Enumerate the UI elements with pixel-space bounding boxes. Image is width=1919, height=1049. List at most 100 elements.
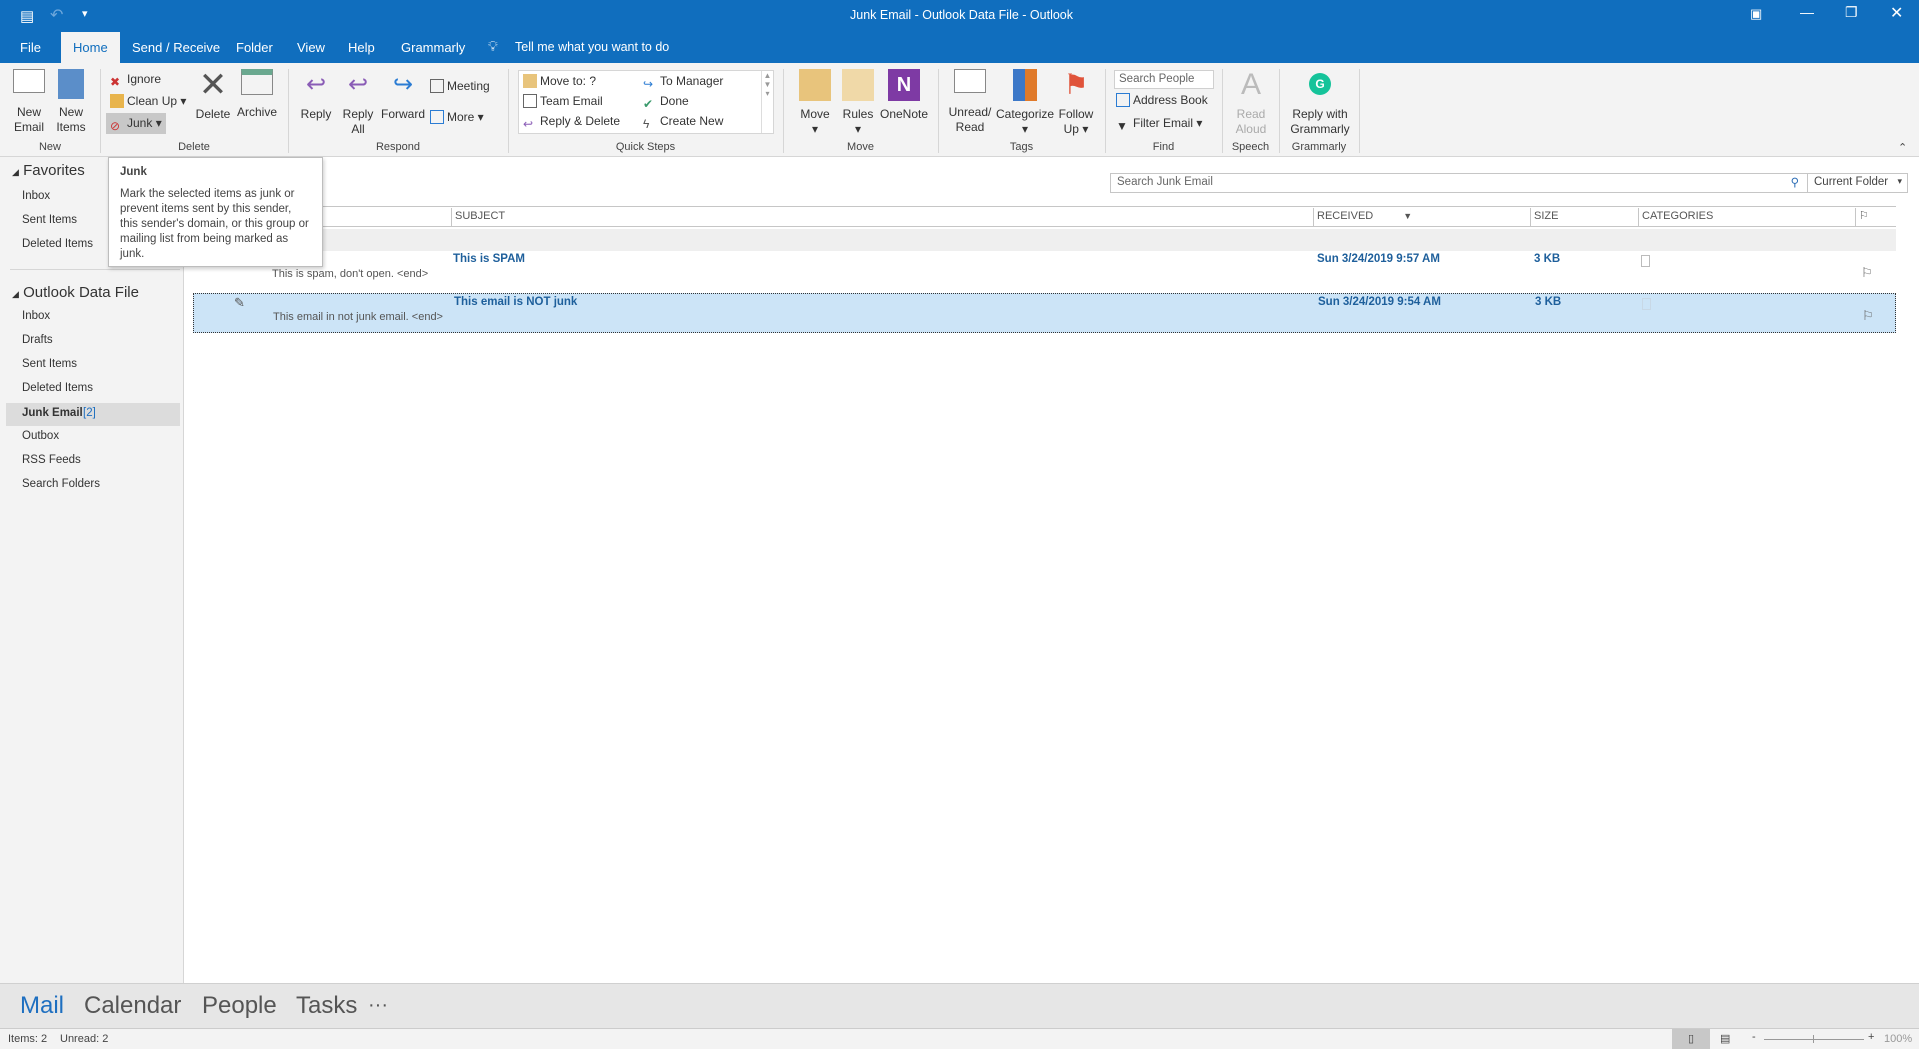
reply-all-button[interactable]: ↩ Reply All: [338, 69, 378, 137]
junk-button[interactable]: ⊘ Junk ▾: [106, 113, 166, 134]
folder-sent-items[interactable]: Sent Items: [22, 358, 77, 370]
new-items-button[interactable]: New Items: [50, 69, 92, 135]
reply-button[interactable]: ↩ Reply: [296, 69, 336, 122]
folder-drafts[interactable]: Drafts: [22, 334, 53, 346]
zoom-slider-thumb[interactable]: [1813, 1035, 1814, 1043]
category-box[interactable]: [1641, 255, 1650, 267]
flag-filter-icon: ⚐: [1859, 210, 1869, 222]
customize-toolbar-icon[interactable]: ▾: [82, 7, 88, 20]
zoom-out-button[interactable]: -: [1752, 1031, 1756, 1043]
tab-help[interactable]: Help: [338, 32, 385, 63]
tab-send-receive[interactable]: Send / Receive: [122, 32, 230, 63]
folder-search-folders[interactable]: Search Folders: [22, 478, 100, 490]
address-book-button[interactable]: Address Book: [1116, 92, 1208, 108]
ignore-icon: ✖: [110, 75, 121, 89]
ribbon-display-options-icon[interactable]: ▣: [1750, 6, 1762, 22]
quick-step-team-email[interactable]: Team Email: [523, 93, 603, 109]
forward-button[interactable]: ↪ Forward: [380, 69, 426, 122]
more-respond-button[interactable]: More ▾: [430, 109, 484, 125]
nav-calendar[interactable]: Calendar: [84, 992, 181, 1020]
onenote-icon: N: [888, 69, 920, 101]
quick-step-create-new[interactable]: ϟ Create New: [643, 113, 723, 131]
tab-folder[interactable]: Folder: [226, 32, 283, 63]
quick-step-to-manager[interactable]: ↪ To Manager: [643, 73, 723, 91]
tab-view[interactable]: View: [287, 32, 335, 63]
column-received[interactable]: RECEIVED ▼: [1313, 208, 1412, 226]
message-row[interactable]: This is SPAM This is spam, don't open. <…: [193, 251, 1896, 291]
column-categories[interactable]: CATEGORIES: [1638, 208, 1713, 226]
folder-favorites-inbox[interactable]: Inbox: [22, 190, 50, 202]
follow-up-button[interactable]: ⚑ Follow Up ▾: [1054, 69, 1098, 137]
chevron-down-icon: ▾: [1897, 176, 1902, 186]
quick-step-move-to[interactable]: Move to: ?: [523, 73, 596, 89]
message-row-selected[interactable]: ✎ This email is NOT junk This email in n…: [193, 293, 1896, 333]
categorize-button[interactable]: Categorize ▾: [996, 69, 1054, 137]
more-icon: [430, 110, 444, 124]
outlook-data-file-header[interactable]: ◢ Outlook Data File: [12, 284, 139, 301]
folder-favorites-sent-items[interactable]: Sent Items: [22, 214, 77, 226]
favorites-header[interactable]: ◢ Favorites: [12, 162, 85, 179]
tab-file[interactable]: File: [10, 32, 51, 63]
close-button[interactable]: ✕: [1890, 3, 1903, 23]
folder-junk-email[interactable]: Junk Email [2]: [6, 403, 180, 426]
folder-inbox[interactable]: Inbox: [22, 310, 50, 322]
delete-button[interactable]: ✕ Delete: [192, 68, 234, 122]
clean-up-icon: [110, 94, 124, 108]
column-size[interactable]: SIZE: [1530, 208, 1558, 226]
quick-steps-scroll[interactable]: ▲ ▼ ▾: [761, 71, 773, 133]
normal-view-icon[interactable]: ▯: [1672, 1029, 1710, 1049]
nav-tasks[interactable]: Tasks: [296, 992, 357, 1020]
nav-mail[interactable]: Mail: [20, 992, 64, 1020]
quick-step-done[interactable]: ✔ Done: [643, 93, 689, 111]
categorize-icon: [1013, 69, 1037, 101]
rules-button[interactable]: Rules ▾: [838, 69, 878, 137]
tell-me-input[interactable]: Tell me what you want to do: [515, 40, 669, 54]
flag-icon[interactable]: ⚐: [1862, 308, 1874, 324]
new-email-button[interactable]: New Email: [8, 69, 50, 135]
folder-outbox[interactable]: Outbox: [22, 430, 59, 442]
tab-grammarly[interactable]: Grammarly: [391, 32, 475, 63]
search-scope-dropdown[interactable]: Current Folder ▾: [1808, 173, 1908, 193]
address-book-icon: [1116, 93, 1130, 107]
flag-icon[interactable]: ⚐: [1861, 265, 1873, 281]
search-icon[interactable]: ⚲: [1791, 175, 1799, 189]
minimize-button[interactable]: —: [1800, 4, 1814, 20]
reading-view-icon[interactable]: ▤: [1720, 1032, 1730, 1045]
search-people-input[interactable]: Search People: [1114, 70, 1214, 89]
folder-favorites-deleted-items[interactable]: Deleted Items: [22, 238, 93, 250]
meeting-button[interactable]: Meeting: [430, 78, 490, 94]
archive-icon: [241, 69, 273, 95]
nav-people[interactable]: People: [202, 992, 277, 1020]
filter-email-button[interactable]: ▼ Filter Email ▾: [1116, 115, 1202, 133]
team-email-icon: [523, 94, 537, 108]
undo-icon[interactable]: ↶: [50, 5, 63, 25]
filter-funnel-icon: ▼: [1116, 119, 1128, 133]
zoom-slider[interactable]: [1764, 1039, 1864, 1040]
onenote-button[interactable]: N OneNote: [878, 69, 930, 122]
tab-home[interactable]: Home: [61, 32, 120, 63]
items-count: Items: 2: [8, 1033, 48, 1045]
column-flag-filter[interactable]: ⚐: [1855, 208, 1869, 226]
archive-button[interactable]: Archive: [234, 69, 280, 120]
nav-more[interactable]: ···: [368, 994, 388, 1017]
collapse-ribbon-icon[interactable]: ⌃: [1898, 141, 1907, 154]
category-box[interactable]: [1642, 298, 1651, 310]
folder-rss-feeds[interactable]: RSS Feeds: [22, 454, 81, 466]
ignore-button[interactable]: ✖ Ignore: [110, 71, 161, 89]
open-envelope-icon: [954, 69, 986, 93]
clean-up-button[interactable]: Clean Up ▾: [110, 93, 186, 109]
unread-count-status: Unread: 2: [60, 1033, 109, 1045]
restore-button[interactable]: ❐: [1845, 4, 1858, 21]
new-items-icon: [58, 69, 84, 99]
folder-deleted-items[interactable]: Deleted Items: [22, 382, 93, 394]
read-aloud-button[interactable]: A Read Aloud: [1226, 69, 1276, 137]
search-junk-email-input[interactable]: Search Junk Email ⚲: [1110, 173, 1808, 193]
move-button[interactable]: Move ▾: [795, 69, 835, 137]
reply-with-grammarly-button[interactable]: G Reply with Grammarly: [1284, 69, 1356, 137]
unread-read-button[interactable]: Unread/ Read: [944, 69, 996, 135]
outlook-app-icon: ▤: [20, 8, 35, 25]
zoom-in-button[interactable]: +: [1868, 1031, 1874, 1043]
quick-step-reply-delete[interactable]: ↩ Reply & Delete: [523, 113, 620, 131]
column-subject[interactable]: SUBJECT: [451, 208, 505, 226]
folder-pane: ◢ Favorites Inbox Sent Items Deleted Ite…: [0, 157, 184, 983]
